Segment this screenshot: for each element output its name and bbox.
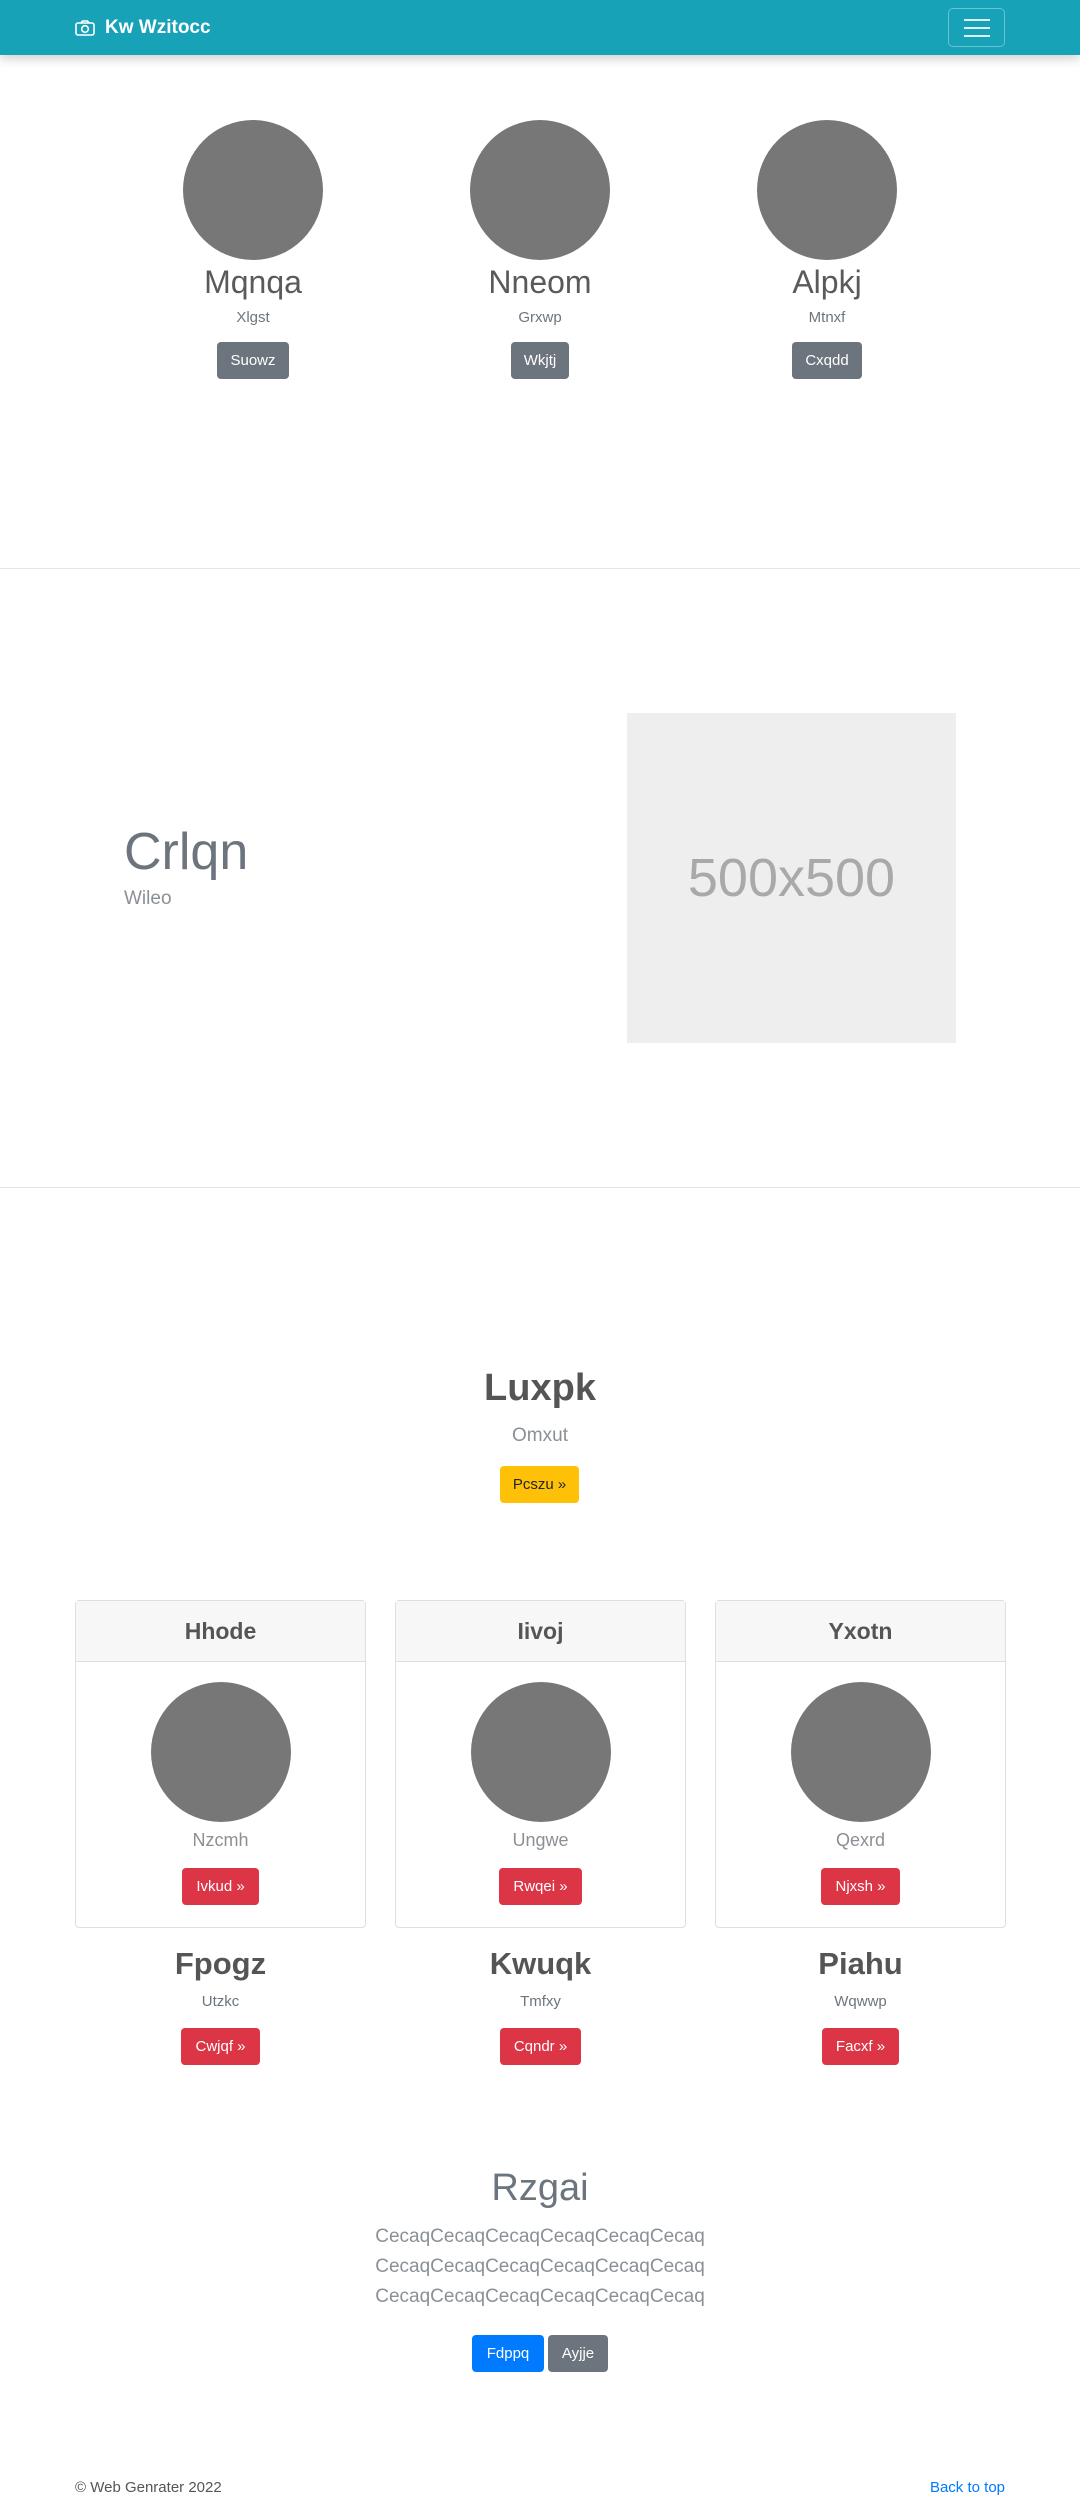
card-button[interactable]: Rwqei » — [499, 1868, 582, 1905]
profile-subtitle: Grxwp — [518, 309, 562, 326]
card-header: Hhode — [76, 1601, 365, 1662]
placeholder-text: 500x500 — [687, 848, 896, 908]
avatar — [470, 1682, 611, 1822]
profile-name: Nneom — [488, 264, 592, 300]
column-heading: Piahu — [818, 1946, 903, 1981]
bottom-text-line: CecaqCecaqCecaqCecaqCecaqCecaq — [375, 2256, 705, 2277]
navbar-toggler-button[interactable] — [948, 8, 1005, 47]
column-heading: Fpogz — [174, 1946, 267, 1981]
card: Yxotn Qexrd Njxsh » — [715, 1600, 1006, 1928]
card-header: Iivoj — [396, 1601, 685, 1662]
hamburger-menu-icon — [963, 18, 990, 21]
profile-button[interactable]: Suowz — [217, 342, 289, 379]
section-divider — [0, 568, 1080, 569]
profile-subtitle: Mtnxf — [808, 309, 846, 326]
column-button[interactable]: Cqndr » — [499, 2028, 582, 2065]
primary-button[interactable]: Fdppq — [472, 2335, 544, 2372]
avatar — [183, 120, 323, 260]
avatar — [470, 120, 610, 260]
profile-name: Alpkj — [792, 264, 862, 300]
card-body: Qexrd Njxsh » — [716, 1662, 1005, 1905]
bottom-text-line: CecaqCecaqCecaqCecaqCecaqCecaq — [375, 2226, 705, 2247]
navbar: Kw Wzitocc — [0, 0, 1080, 55]
feature-image-placeholder: 500x500 — [627, 713, 956, 1043]
column-subtitle: Utzkc — [201, 1993, 240, 2010]
card-header: Yxotn — [716, 1601, 1005, 1662]
card-subtitle: Ungwe — [512, 1830, 569, 1850]
footer-copyright: © Web Genrater 2022 — [75, 2479, 222, 2496]
column-button[interactable]: Cwjqf » — [181, 2028, 260, 2065]
secondary-button[interactable]: Ayjje — [548, 2335, 608, 2372]
camera-icon — [75, 19, 95, 36]
avatar — [150, 1682, 291, 1822]
avatar — [757, 120, 897, 260]
jumbotron-subheading: Omxut — [512, 1425, 568, 1446]
column-heading: Kwuqk — [489, 1946, 592, 1981]
navbar-brand[interactable]: Kw Wzitocc — [75, 0, 211, 55]
card-body: Ungwe Rwqei » — [396, 1662, 685, 1905]
card-subtitle: Qexrd — [835, 1830, 886, 1850]
brand-text: Kw Wzitocc — [105, 16, 211, 38]
column-subtitle: Wqwwp — [834, 1993, 887, 2010]
profile-subtitle: Xlgst — [236, 309, 270, 326]
bottom-heading: Rzgai — [491, 2167, 589, 2209]
profile-button[interactable]: Cxqdd — [792, 342, 862, 379]
profile-card: Alpkj Mtnxf Cxqdd — [727, 120, 927, 379]
feature-subheading: Wileo — [124, 888, 172, 909]
jumbotron-heading: Luxpk — [484, 1367, 596, 1409]
profile-name: Mqnqa — [204, 264, 302, 300]
feature-heading: Crlqn — [124, 823, 249, 881]
back-to-top-link[interactable]: Back to top — [930, 2478, 1005, 2498]
section-divider — [0, 1187, 1080, 1188]
profile-card: Nneom Grxwp Wkjtj — [440, 120, 640, 379]
card: Iivoj Ungwe Rwqei » — [395, 1600, 686, 1928]
card-subtitle: Nzcmh — [192, 1830, 249, 1850]
column-subtitle: Tmfxy — [520, 1993, 561, 2010]
profile-card: Mqnqa Xlgst Suowz — [153, 120, 353, 379]
bottom-text-line: CecaqCecaqCecaqCecaqCecaqCecaq — [375, 2286, 705, 2307]
card-button[interactable]: Ivkud » — [182, 1868, 259, 1905]
card-button[interactable]: Njxsh » — [821, 1868, 900, 1905]
feature-column: Fpogz Utzkc Cwjqf » — [75, 1944, 366, 2065]
column-button[interactable]: Facxf » — [821, 2028, 900, 2065]
card-body: Nzcmh Ivkud » — [76, 1662, 365, 1905]
jumbotron-button[interactable]: Pcszu » — [500, 1466, 579, 1503]
card: Hhode Nzcmh Ivkud » — [75, 1600, 366, 1928]
feature-column: Piahu Wqwwp Facxf » — [715, 1944, 1006, 2065]
feature-column: Kwuqk Tmfxy Cqndr » — [395, 1944, 686, 2065]
profile-button[interactable]: Wkjtj — [510, 342, 570, 379]
avatar — [790, 1682, 931, 1822]
